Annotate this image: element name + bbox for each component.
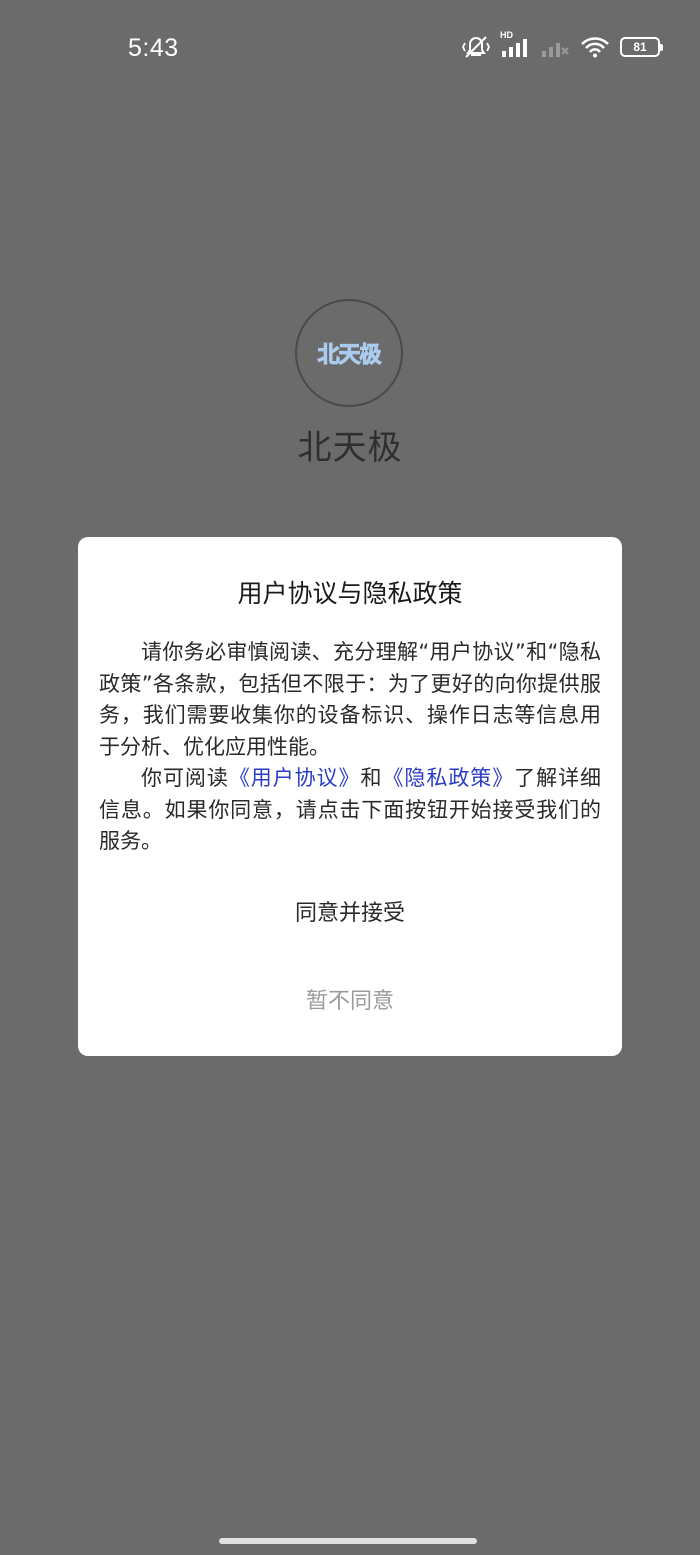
paragraph2-prefix: 你可阅读 (141, 766, 229, 790)
mute-vibrate-icon (462, 35, 490, 59)
signal-no-service-icon (540, 36, 570, 58)
agree-button[interactable]: 同意并接受 (78, 885, 622, 937)
dialog-title: 用户协议与隐私政策 (237, 579, 463, 608)
signal-hd-icon: HD (500, 30, 530, 58)
network-type-label: HD (500, 30, 513, 40)
privacy-policy-link[interactable]: 《隐私政策》 (382, 766, 514, 790)
battery-level: 81 (633, 40, 647, 54)
paragraph2-and: 和 (360, 766, 383, 790)
dialog-body: 请你务必审慎阅读、充分理解“用户协议”和“隐私政策”各条款，包括但不限于：为了更… (99, 637, 601, 858)
app-name: 北天极 (297, 428, 403, 468)
dialog-paragraph-2: 你可阅读《用户协议》和《隐私政策》了解详细信息。如果你同意，请点击下面按钮开始接… (99, 763, 601, 858)
battery-icon: 81 (620, 37, 663, 57)
app-logo: 北天极 (295, 299, 403, 407)
app-logo-text: 北天极 (317, 343, 382, 369)
status-bar: 5:43 HD 81 (0, 0, 700, 96)
home-indicator[interactable] (219, 1538, 477, 1544)
wifi-icon (580, 36, 610, 58)
status-icons: HD 81 (462, 30, 663, 59)
user-agreement-link[interactable]: 《用户协议》 (229, 766, 361, 790)
privacy-dialog: 用户协议与隐私政策 请你务必审慎阅读、充分理解“用户协议”和“隐私政策”各条款，… (78, 537, 622, 1056)
status-time: 5:43 (128, 34, 179, 62)
disagree-button[interactable]: 暂不同意 (78, 973, 622, 1025)
dialog-paragraph-1: 请你务必审慎阅读、充分理解“用户协议”和“隐私政策”各条款，包括但不限于：为了更… (99, 640, 601, 759)
